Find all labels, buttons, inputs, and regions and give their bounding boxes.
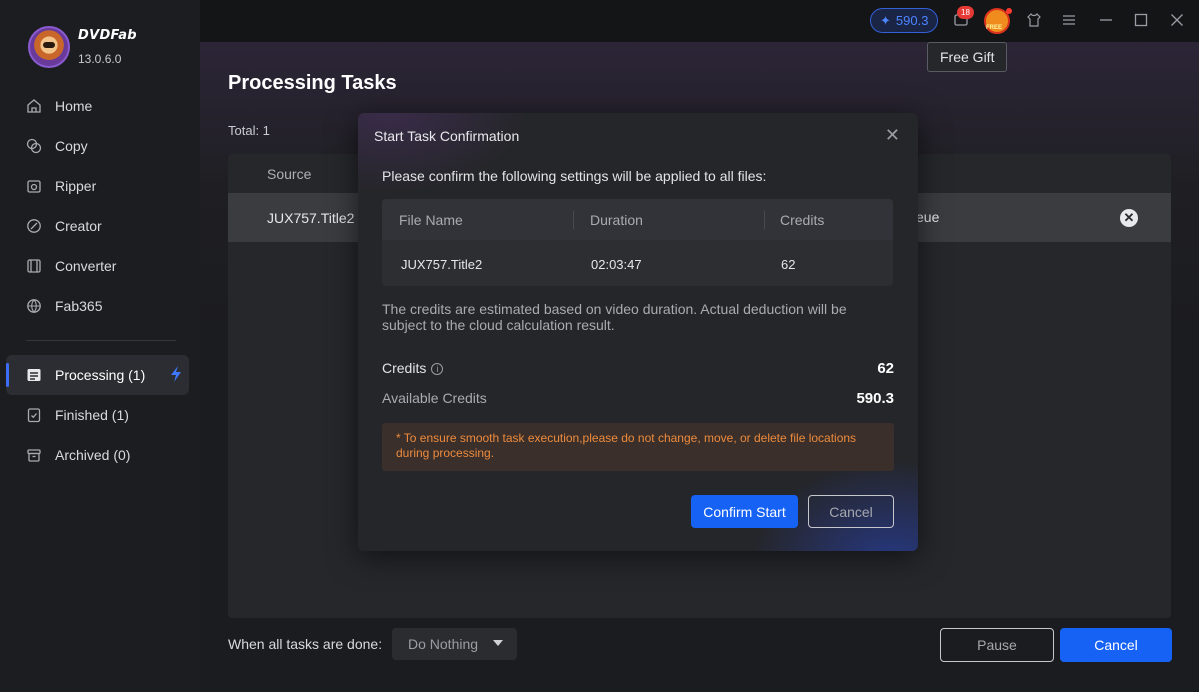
sidebar-item-label: Processing (1) — [55, 367, 146, 383]
gift-dot — [1006, 8, 1012, 14]
finished-icon — [26, 407, 42, 423]
chevron-down-icon — [493, 640, 503, 646]
copy-icon — [26, 138, 42, 154]
credits-note: The credits are estimated based on video… — [382, 301, 847, 333]
dialog-cancel-button[interactable]: Cancel — [808, 495, 894, 528]
available-credits-label: Available Credits — [382, 390, 487, 406]
sidebar: DVDFab 13.0.6.0 Home Copy Ripper Creator… — [0, 0, 200, 692]
sidebar-item-label: Copy — [55, 138, 88, 154]
sidebar-item-creator[interactable]: Creator — [0, 206, 200, 246]
file-name-cell: JUX757.Title2 — [401, 257, 483, 272]
creator-icon — [26, 218, 42, 234]
column-duration: Duration — [590, 212, 643, 228]
column-credits: Credits — [780, 212, 825, 228]
table-row: JUX757.Title2 02:03:47 62 — [382, 240, 893, 286]
converter-icon — [26, 258, 42, 274]
menu-icon[interactable] — [1059, 10, 1079, 30]
free-gift-tooltip: Free Gift — [927, 42, 1008, 72]
info-icon[interactable]: i — [431, 363, 444, 375]
sidebar-item-converter[interactable]: Converter — [0, 246, 200, 286]
pause-button[interactable]: Pause — [940, 628, 1054, 662]
title-bar: ✦ 590.3 18 — [200, 0, 1199, 42]
app-version: 13.0.6.0 — [78, 52, 122, 66]
sidebar-item-archived[interactable]: Archived (0) — [0, 435, 200, 475]
fab365-icon — [26, 298, 42, 314]
sparkle-icon: ✦ — [880, 12, 891, 28]
file-table: File Name Duration Credits JUX757.Title2… — [382, 199, 893, 286]
start-task-dialog: Start Task Confirmation ✕ Please confirm… — [358, 113, 918, 551]
column-divider — [573, 211, 574, 229]
credits-cell: 62 — [781, 257, 796, 272]
brand-block: DVDFab 13.0.6.0 — [78, 28, 137, 66]
maximize-icon[interactable] — [1131, 10, 1151, 30]
sidebar-item-home[interactable]: Home — [0, 86, 200, 126]
task-source: JUX757.Title2 — [267, 209, 355, 226]
credits-balance: 590.3 — [895, 13, 929, 28]
sidebar-item-label: Ripper — [55, 178, 97, 194]
home-icon — [26, 98, 42, 114]
task-status: eue — [916, 209, 940, 225]
after-done-value: Do Nothing — [408, 636, 479, 652]
sidebar-divider — [26, 340, 176, 341]
close-window-icon[interactable] — [1167, 10, 1187, 30]
archived-icon — [26, 447, 42, 463]
notification-badge: 18 — [957, 6, 974, 19]
ripper-icon — [26, 178, 42, 194]
credits-pill[interactable]: ✦ 590.3 — [870, 8, 939, 33]
warning-notice: * To ensure smooth task execution,please… — [382, 423, 894, 471]
remove-task-icon[interactable]: ✕ — [1120, 209, 1138, 227]
minimize-icon[interactable] — [1096, 10, 1116, 30]
sidebar-item-label: Archived (0) — [55, 447, 131, 463]
file-table-header: File Name Duration Credits — [382, 199, 893, 240]
column-source: Source — [267, 165, 312, 182]
dialog-title: Start Task Confirmation — [374, 128, 520, 144]
task-total: Total: 1 — [228, 123, 270, 138]
sidebar-item-label: Fab365 — [55, 298, 103, 314]
sidebar-item-label: Converter — [55, 258, 117, 274]
sidebar-item-processing[interactable]: Processing (1) — [6, 355, 189, 395]
brand-name: DVDFab — [78, 28, 137, 43]
sidebar-item-label: Home — [55, 98, 93, 114]
dialog-intro: Please confirm the following settings wi… — [382, 168, 767, 184]
credits-row: Credits i 62 — [382, 360, 894, 377]
page-title: Processing Tasks — [228, 72, 397, 94]
close-icon[interactable]: ✕ — [885, 125, 900, 146]
sidebar-item-label: Creator — [55, 218, 102, 234]
app-logo: DVDFab 13.0.6.0 — [28, 26, 137, 68]
lightning-icon — [169, 366, 183, 386]
confirm-start-button[interactable]: Confirm Start — [691, 495, 798, 528]
sidebar-nav: Home Copy Ripper Creator Converter Fab36… — [0, 86, 200, 475]
credits-label: Credits — [382, 360, 427, 376]
available-credits-row: Available Credits 590.3 — [382, 390, 894, 407]
sidebar-item-label: Finished (1) — [55, 407, 129, 423]
after-done-select[interactable]: Do Nothing — [392, 628, 517, 660]
processing-icon — [26, 367, 42, 383]
duration-cell: 02:03:47 — [591, 257, 642, 272]
cancel-all-button[interactable]: Cancel — [1060, 628, 1172, 662]
column-divider — [764, 211, 765, 229]
sidebar-item-ripper[interactable]: Ripper — [0, 166, 200, 206]
credits-value: 62 — [877, 360, 894, 377]
sidebar-item-copy[interactable]: Copy — [0, 126, 200, 166]
available-credits-value: 590.3 — [856, 390, 894, 407]
sidebar-item-finished[interactable]: Finished (1) — [0, 395, 200, 435]
skin-icon[interactable] — [1024, 10, 1044, 30]
column-file-name: File Name — [399, 212, 463, 228]
after-done-label: When all tasks are done: — [228, 636, 383, 652]
sidebar-item-fab365[interactable]: Fab365 — [0, 286, 200, 326]
dvdfab-mascot-icon — [28, 26, 70, 68]
